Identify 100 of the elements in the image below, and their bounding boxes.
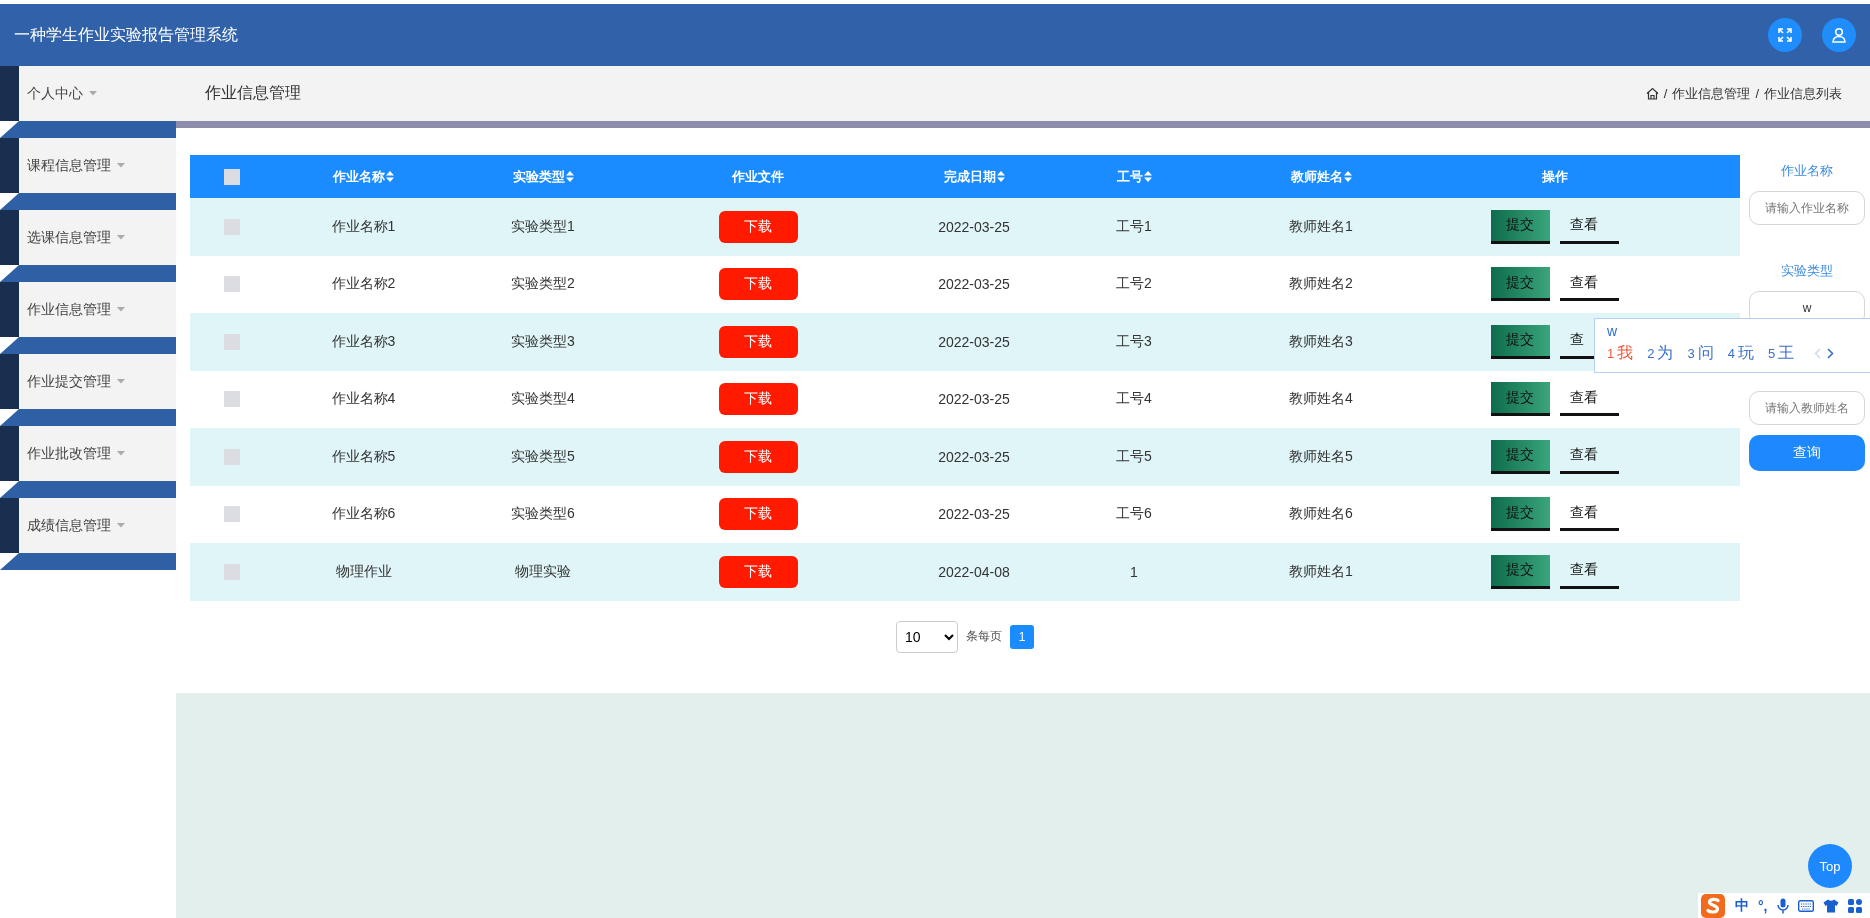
sidebar-edge	[0, 210, 19, 265]
ime-candidate[interactable]: 4 玩	[1727, 343, 1754, 364]
sidebar-item[interactable]: 作业批改管理	[19, 426, 176, 481]
page-button[interactable]: 1	[1010, 624, 1034, 649]
column-header: 操作	[1541, 167, 1568, 186]
submit-button[interactable]: 提交	[1490, 267, 1550, 302]
view-button[interactable]: 查看	[1559, 439, 1619, 474]
table-cell: 实验类型3	[511, 332, 575, 351]
sidebar-edge	[0, 66, 19, 121]
breadcrumb-item[interactable]: 作业信息列表	[1764, 84, 1842, 103]
table-cell: 工号4	[1116, 390, 1152, 409]
sidebar-item[interactable]: 选课信息管理	[19, 210, 176, 265]
app-title: 一种学生作业实验报告管理系统	[14, 24, 239, 45]
table-cell: 实验类型5	[511, 447, 575, 466]
ime-composition: w	[1607, 323, 1618, 339]
table-cell: 工号5	[1116, 447, 1152, 466]
sidebar-edge	[0, 426, 19, 481]
submit-button[interactable]: 提交	[1490, 382, 1550, 417]
row-checkbox[interactable]	[224, 391, 240, 408]
download-button[interactable]: 下载	[718, 383, 798, 416]
sidebar-item[interactable]: 作业提交管理	[19, 354, 176, 409]
column-header[interactable]: 作业名称	[333, 167, 394, 186]
sort-icon[interactable]	[1343, 171, 1352, 182]
keyboard-icon[interactable]	[1797, 900, 1814, 912]
caret-icon	[117, 379, 125, 384]
fullscreen-icon[interactable]	[1768, 18, 1802, 52]
sort-icon[interactable]	[386, 171, 394, 182]
sidebar-item[interactable]: 个人中心	[19, 66, 176, 121]
search-field[interactable]: 请输入作业名称	[1749, 191, 1865, 225]
ime-logo-icon[interactable]	[1700, 893, 1726, 918]
column-header[interactable]: 完成日期	[943, 167, 1005, 186]
row-checkbox[interactable]	[224, 563, 240, 580]
download-button[interactable]: 下载	[718, 325, 798, 358]
select-all-checkbox[interactable]	[224, 168, 240, 185]
submit-button[interactable]: 提交	[1490, 209, 1550, 244]
sort-icon[interactable]	[996, 171, 1005, 182]
table-cell: 物理作业	[335, 562, 392, 581]
breadcrumb-item[interactable]: 作业信息管理	[1672, 84, 1751, 103]
sort-icon[interactable]	[1143, 171, 1152, 182]
search-button[interactable]: 查询	[1749, 435, 1865, 471]
ime-candidate[interactable]: 2 为	[1647, 343, 1674, 364]
row-checkbox[interactable]	[224, 506, 240, 523]
microphone-icon[interactable]	[1776, 898, 1789, 914]
ime-mode[interactable]: 中	[1735, 897, 1749, 915]
download-button[interactable]: 下载	[718, 210, 798, 243]
sort-icon[interactable]	[565, 171, 574, 182]
table-cell: 2022-04-08	[938, 563, 1010, 580]
submit-button[interactable]: 提交	[1490, 439, 1550, 474]
table-cell: 2022-03-25	[938, 218, 1010, 235]
row-checkbox[interactable]	[224, 218, 240, 235]
download-button[interactable]: 下载	[718, 498, 798, 531]
submit-button[interactable]: 提交	[1490, 554, 1550, 589]
ime-candidate[interactable]: 3 问	[1687, 343, 1714, 364]
ime-punctuation[interactable]: °,	[1758, 898, 1768, 914]
row-checkbox[interactable]	[224, 333, 240, 350]
column-header[interactable]: 教师姓名	[1290, 167, 1352, 186]
ime-candidate[interactable]: 5 王	[1767, 343, 1795, 364]
table-cell: 2022-03-25	[938, 506, 1010, 523]
table-cell: 教师姓名2	[1289, 275, 1353, 294]
download-button[interactable]: 下载	[718, 268, 798, 301]
column-header: 作业文件	[732, 167, 784, 186]
search-field[interactable]: 请输入教师姓名	[1749, 391, 1865, 425]
caret-icon	[89, 91, 97, 96]
breadcrumb-separator: /	[1755, 86, 1759, 101]
table-cell: 作业名称2	[331, 275, 396, 294]
download-button[interactable]: 下载	[718, 440, 798, 473]
view-button[interactable]: 查看	[1559, 382, 1619, 417]
home-icon[interactable]	[1645, 87, 1659, 100]
sidebar-item[interactable]: 课程信息管理	[19, 138, 176, 193]
submit-button[interactable]: 提交	[1490, 497, 1550, 532]
table-cell: 作业名称6	[331, 505, 396, 524]
page-size-select[interactable]: 10	[896, 620, 958, 653]
column-header[interactable]: 实验类型	[512, 167, 574, 186]
table-cell: 2022-03-25	[938, 333, 1010, 350]
sidebar-item[interactable]: 作业信息管理	[19, 282, 176, 337]
submit-button[interactable]: 提交	[1490, 324, 1550, 359]
table-cell: 教师姓名4	[1289, 390, 1353, 409]
sidebar-edge	[0, 282, 19, 337]
shirt-icon[interactable]	[1822, 899, 1839, 913]
view-button[interactable]: 查看	[1559, 209, 1619, 244]
user-icon[interactable]	[1822, 18, 1856, 52]
view-button[interactable]: 查看	[1559, 554, 1619, 589]
column-header[interactable]: 工号	[1116, 167, 1152, 186]
table-cell: 作业名称4	[331, 390, 396, 409]
view-button[interactable]: 查看	[1559, 267, 1619, 302]
table-cell: 教师姓名1	[1289, 217, 1353, 236]
table-cell: 1	[1130, 563, 1138, 580]
next-page-icon[interactable]	[1827, 348, 1835, 359]
row-checkbox[interactable]	[224, 276, 240, 293]
sidebar-item[interactable]: 成绩信息管理	[19, 498, 176, 553]
view-button[interactable]: 查看	[1559, 497, 1619, 532]
table-cell: 2022-03-25	[938, 448, 1010, 465]
table-cell: 实验类型1	[511, 217, 575, 236]
row-checkbox[interactable]	[224, 448, 240, 465]
table-cell: 工号6	[1116, 505, 1152, 524]
table-cell: 实验类型4	[511, 390, 575, 409]
grid-icon[interactable]	[1847, 899, 1862, 913]
download-button[interactable]: 下载	[718, 555, 798, 588]
table-cell: 实验类型2	[511, 275, 575, 294]
field-label: 作业名称	[1781, 162, 1833, 180]
